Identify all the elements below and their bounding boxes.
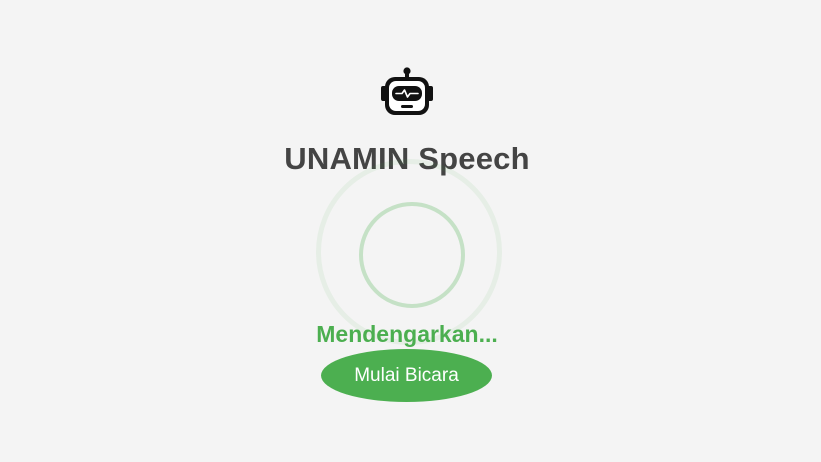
start-speaking-button[interactable]: Mulai Bicara	[321, 349, 492, 402]
listening-pulse-icon	[359, 202, 465, 308]
robot-icon	[381, 66, 433, 116]
listening-status: Mendengarkan...	[316, 321, 498, 347]
speech-app: UNAMIN Speech Mendengarkan... Mulai Bica…	[0, 0, 821, 462]
